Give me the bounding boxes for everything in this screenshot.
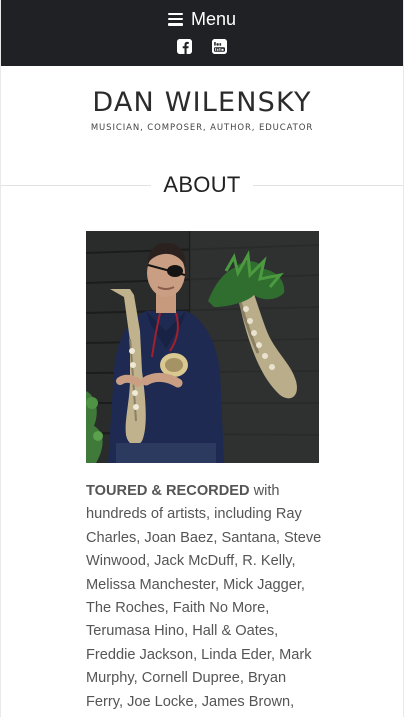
site-branding: DAN WILENSKY MUSICIAN, COMPOSER, AUTHOR,…: [1, 66, 403, 134]
top-bar: Menu: [1, 0, 403, 66]
youtube-icon[interactable]: [212, 39, 227, 54]
facebook-icon[interactable]: [177, 39, 192, 54]
hamburger-icon: [167, 12, 183, 26]
site-title[interactable]: DAN WILENSKY: [1, 88, 403, 118]
section-title: ABOUT: [151, 171, 253, 199]
bio-lead: TOURED & RECORDED: [86, 483, 250, 499]
section-heading: ABOUT: [1, 171, 403, 199]
bio-paragraph: TOURED & RECORDED with hundreds of artis…: [86, 480, 326, 714]
bio-text: with hundreds of artists, including Ray …: [86, 483, 322, 710]
menu-button[interactable]: Menu: [167, 8, 237, 30]
social-links: [177, 39, 227, 54]
site-tagline: MUSICIAN, COMPOSER, AUTHOR, EDUCATOR: [90, 123, 314, 133]
menu-label: Menu: [190, 9, 237, 29]
page: Menu DAN WILENSKY MUSICIAN, COMPOSER, AU…: [1, 0, 403, 717]
portrait-photo: [86, 231, 319, 463]
